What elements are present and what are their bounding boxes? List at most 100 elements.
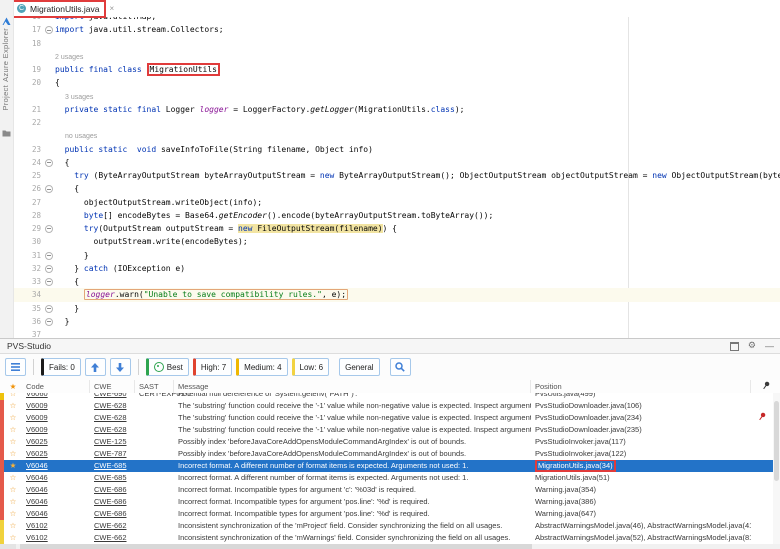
inlay-hint-row[interactable]: 3 usages xyxy=(13,90,780,103)
position-cell[interactable]: AbstractWarningsModel.java(52), Abstract… xyxy=(531,532,751,544)
position-cell[interactable]: PvsStudioDownloader.java(235) xyxy=(531,424,751,436)
column-header-sast[interactable]: SAST xyxy=(135,380,174,393)
pin-column-header-icon[interactable] xyxy=(751,381,780,392)
cwe-cell[interactable]: CWE-125 xyxy=(90,436,135,448)
usages-hint[interactable]: 2 usages xyxy=(55,54,83,61)
star-icon[interactable]: ☆ xyxy=(4,472,22,484)
cwe-cell[interactable]: CWE-690 xyxy=(90,393,135,400)
star-icon[interactable]: ☆ xyxy=(4,484,22,496)
code-cell[interactable]: V6046 xyxy=(22,460,90,472)
column-header-message[interactable]: Message xyxy=(174,380,531,393)
usages-hint[interactable]: 3 usages xyxy=(55,94,93,101)
position-cell[interactable]: Warning.java(354) xyxy=(531,484,751,496)
code-line[interactable]: 24 { xyxy=(13,156,780,169)
scrollbar-thumb[interactable] xyxy=(20,544,532,549)
code-line[interactable]: 17import java.util.stream.Collectors; xyxy=(13,23,780,36)
star-icon[interactable]: ☆ xyxy=(4,532,22,544)
code-cell[interactable]: V6009 xyxy=(22,400,90,412)
favorites-column-header-star-icon[interactable]: ★ xyxy=(4,382,22,391)
star-icon[interactable]: ☆ xyxy=(4,496,22,508)
code-cell[interactable]: V6046 xyxy=(22,472,90,484)
next-warning-button[interactable] xyxy=(110,358,131,376)
table-row[interactable]: ☆V6046CWE-686Incorrect format. Incompati… xyxy=(0,484,773,496)
table-row[interactable]: ☆V6046CWE-686Incorrect format. Incompati… xyxy=(0,496,773,508)
cwe-cell[interactable]: CWE-685 xyxy=(90,460,135,472)
star-icon[interactable]: ☆ xyxy=(4,393,22,400)
menu-button[interactable] xyxy=(5,358,26,376)
fails-filter-button[interactable]: Fails: 0 xyxy=(41,358,81,376)
position-cell[interactable]: PvsStudioDownloader.java(234) xyxy=(531,412,751,424)
code-cell[interactable]: V6046 xyxy=(22,484,90,496)
star-icon[interactable]: ☆ xyxy=(4,436,22,448)
table-row[interactable]: ☆V6046CWE-685Incorrect format. A differe… xyxy=(0,472,773,484)
code-cell[interactable]: V6102 xyxy=(22,520,90,532)
code-line[interactable]: 19public final class MigrationUtils xyxy=(13,63,780,76)
cwe-cell[interactable]: CWE-628 xyxy=(90,412,135,424)
table-horizontal-scrollbar[interactable] xyxy=(0,544,780,549)
code-line[interactable]: 27 objectOutputStream.writeObject(info); xyxy=(13,196,780,209)
cwe-cell[interactable]: CWE-686 xyxy=(90,496,135,508)
cwe-cell[interactable]: CWE-787 xyxy=(90,448,135,460)
code-line[interactable]: 33 { xyxy=(13,275,780,288)
code-line[interactable]: 30 outputStream.write(encodeBytes); xyxy=(13,235,780,248)
table-row[interactable]: ☆V6009CWE-628The 'substring' function co… xyxy=(0,424,773,436)
position-cell[interactable]: PvsStudioInvoker.java(122) xyxy=(531,448,751,460)
search-button[interactable] xyxy=(390,358,411,376)
fold-icon[interactable] xyxy=(45,265,53,273)
star-icon[interactable]: ☆ xyxy=(4,520,22,532)
code-line[interactable]: 25 try (ByteArrayOutputStream byteArrayO… xyxy=(13,169,780,182)
general-filter-button[interactable]: General xyxy=(339,358,379,376)
fold-icon[interactable] xyxy=(45,225,53,233)
table-row[interactable]: ☆V6009CWE-628The 'substring' function co… xyxy=(0,412,773,424)
code-line[interactable]: 20{ xyxy=(13,76,780,89)
table-vertical-scrollbar[interactable] xyxy=(773,393,780,544)
code-cell[interactable]: V6009 xyxy=(22,424,90,436)
fold-icon[interactable] xyxy=(45,159,53,167)
code-line[interactable]: 26 { xyxy=(13,182,780,195)
code-line[interactable]: 29 try(OutputStream outputStream = new F… xyxy=(13,222,780,235)
cwe-cell[interactable]: CWE-662 xyxy=(90,532,135,544)
code-line[interactable]: 32 } catch (IOException e) xyxy=(13,262,780,275)
code-cell[interactable]: V6025 xyxy=(22,448,90,460)
code-cell[interactable]: V6046 xyxy=(22,496,90,508)
star-icon[interactable]: ☆ xyxy=(4,400,22,412)
tab-close-icon[interactable]: × xyxy=(109,4,114,13)
position-cell[interactable]: PvsUtils.java(499) xyxy=(531,393,751,400)
code-line[interactable]: 34 logger.warn("Unable to save compatibi… xyxy=(13,288,780,301)
position-cell[interactable]: PvsStudioInvoker.java(117) xyxy=(531,436,751,448)
high-filter-button[interactable]: High: 7 xyxy=(193,358,232,376)
gear-icon[interactable]: ⚙ xyxy=(748,342,756,351)
sidebar-item-project[interactable]: Project xyxy=(1,85,10,110)
editor-tab-migrationutils[interactable]: C MigrationUtils.java xyxy=(13,0,106,18)
code-line[interactable]: 21 private static final Logger logger = … xyxy=(13,103,780,116)
code-cell[interactable]: V6060 xyxy=(22,393,90,400)
cwe-cell[interactable]: CWE-628 xyxy=(90,424,135,436)
code-cell[interactable]: V6046 xyxy=(22,508,90,520)
star-icon[interactable]: ☆ xyxy=(4,412,22,424)
cwe-cell[interactable]: CWE-628 xyxy=(90,400,135,412)
inlay-hint-row[interactable]: no usages xyxy=(13,129,780,142)
sidebar-item-azure-explorer[interactable]: Azure Explorer xyxy=(1,28,10,82)
code-line[interactable]: 35 } xyxy=(13,302,780,315)
fold-icon[interactable] xyxy=(45,252,53,260)
table-row[interactable]: ☆V6102CWE-662Inconsistent synchronizatio… xyxy=(0,532,773,544)
medium-filter-button[interactable]: Medium: 4 xyxy=(236,358,287,376)
table-row[interactable]: ☆V6102CWE-662Inconsistent synchronizatio… xyxy=(0,520,773,532)
column-header-position[interactable]: Position xyxy=(531,380,751,393)
table-row[interactable]: ☆V6046CWE-686Incorrect format. Incompati… xyxy=(0,508,773,520)
code-line[interactable]: 22 xyxy=(13,116,780,129)
code-line[interactable]: 28 byte[] encodeBytes = Base64.getEncode… xyxy=(13,209,780,222)
code-line[interactable]: 31 } xyxy=(13,249,780,262)
table-row[interactable]: ☆V6025CWE-787Possibly index 'beforeJavaC… xyxy=(0,448,773,460)
previous-warning-button[interactable] xyxy=(85,358,106,376)
star-icon[interactable]: ☆ xyxy=(4,508,22,520)
fold-icon[interactable] xyxy=(45,305,53,313)
code-line[interactable]: 37 xyxy=(13,328,780,338)
fold-icon[interactable] xyxy=(45,26,53,34)
star-icon[interactable]: ☆ xyxy=(4,424,22,436)
position-cell[interactable]: MigrationUtils.java(51) xyxy=(531,472,751,484)
position-cell[interactable]: Warning.java(386) xyxy=(531,496,751,508)
column-header-code[interactable]: Code xyxy=(22,380,90,393)
table-row[interactable]: ☆V6060CWE-690CERT-EXP01-JPotential null … xyxy=(0,393,773,400)
table-row[interactable]: ☆V6025CWE-125Possibly index 'beforeJavaC… xyxy=(0,436,773,448)
